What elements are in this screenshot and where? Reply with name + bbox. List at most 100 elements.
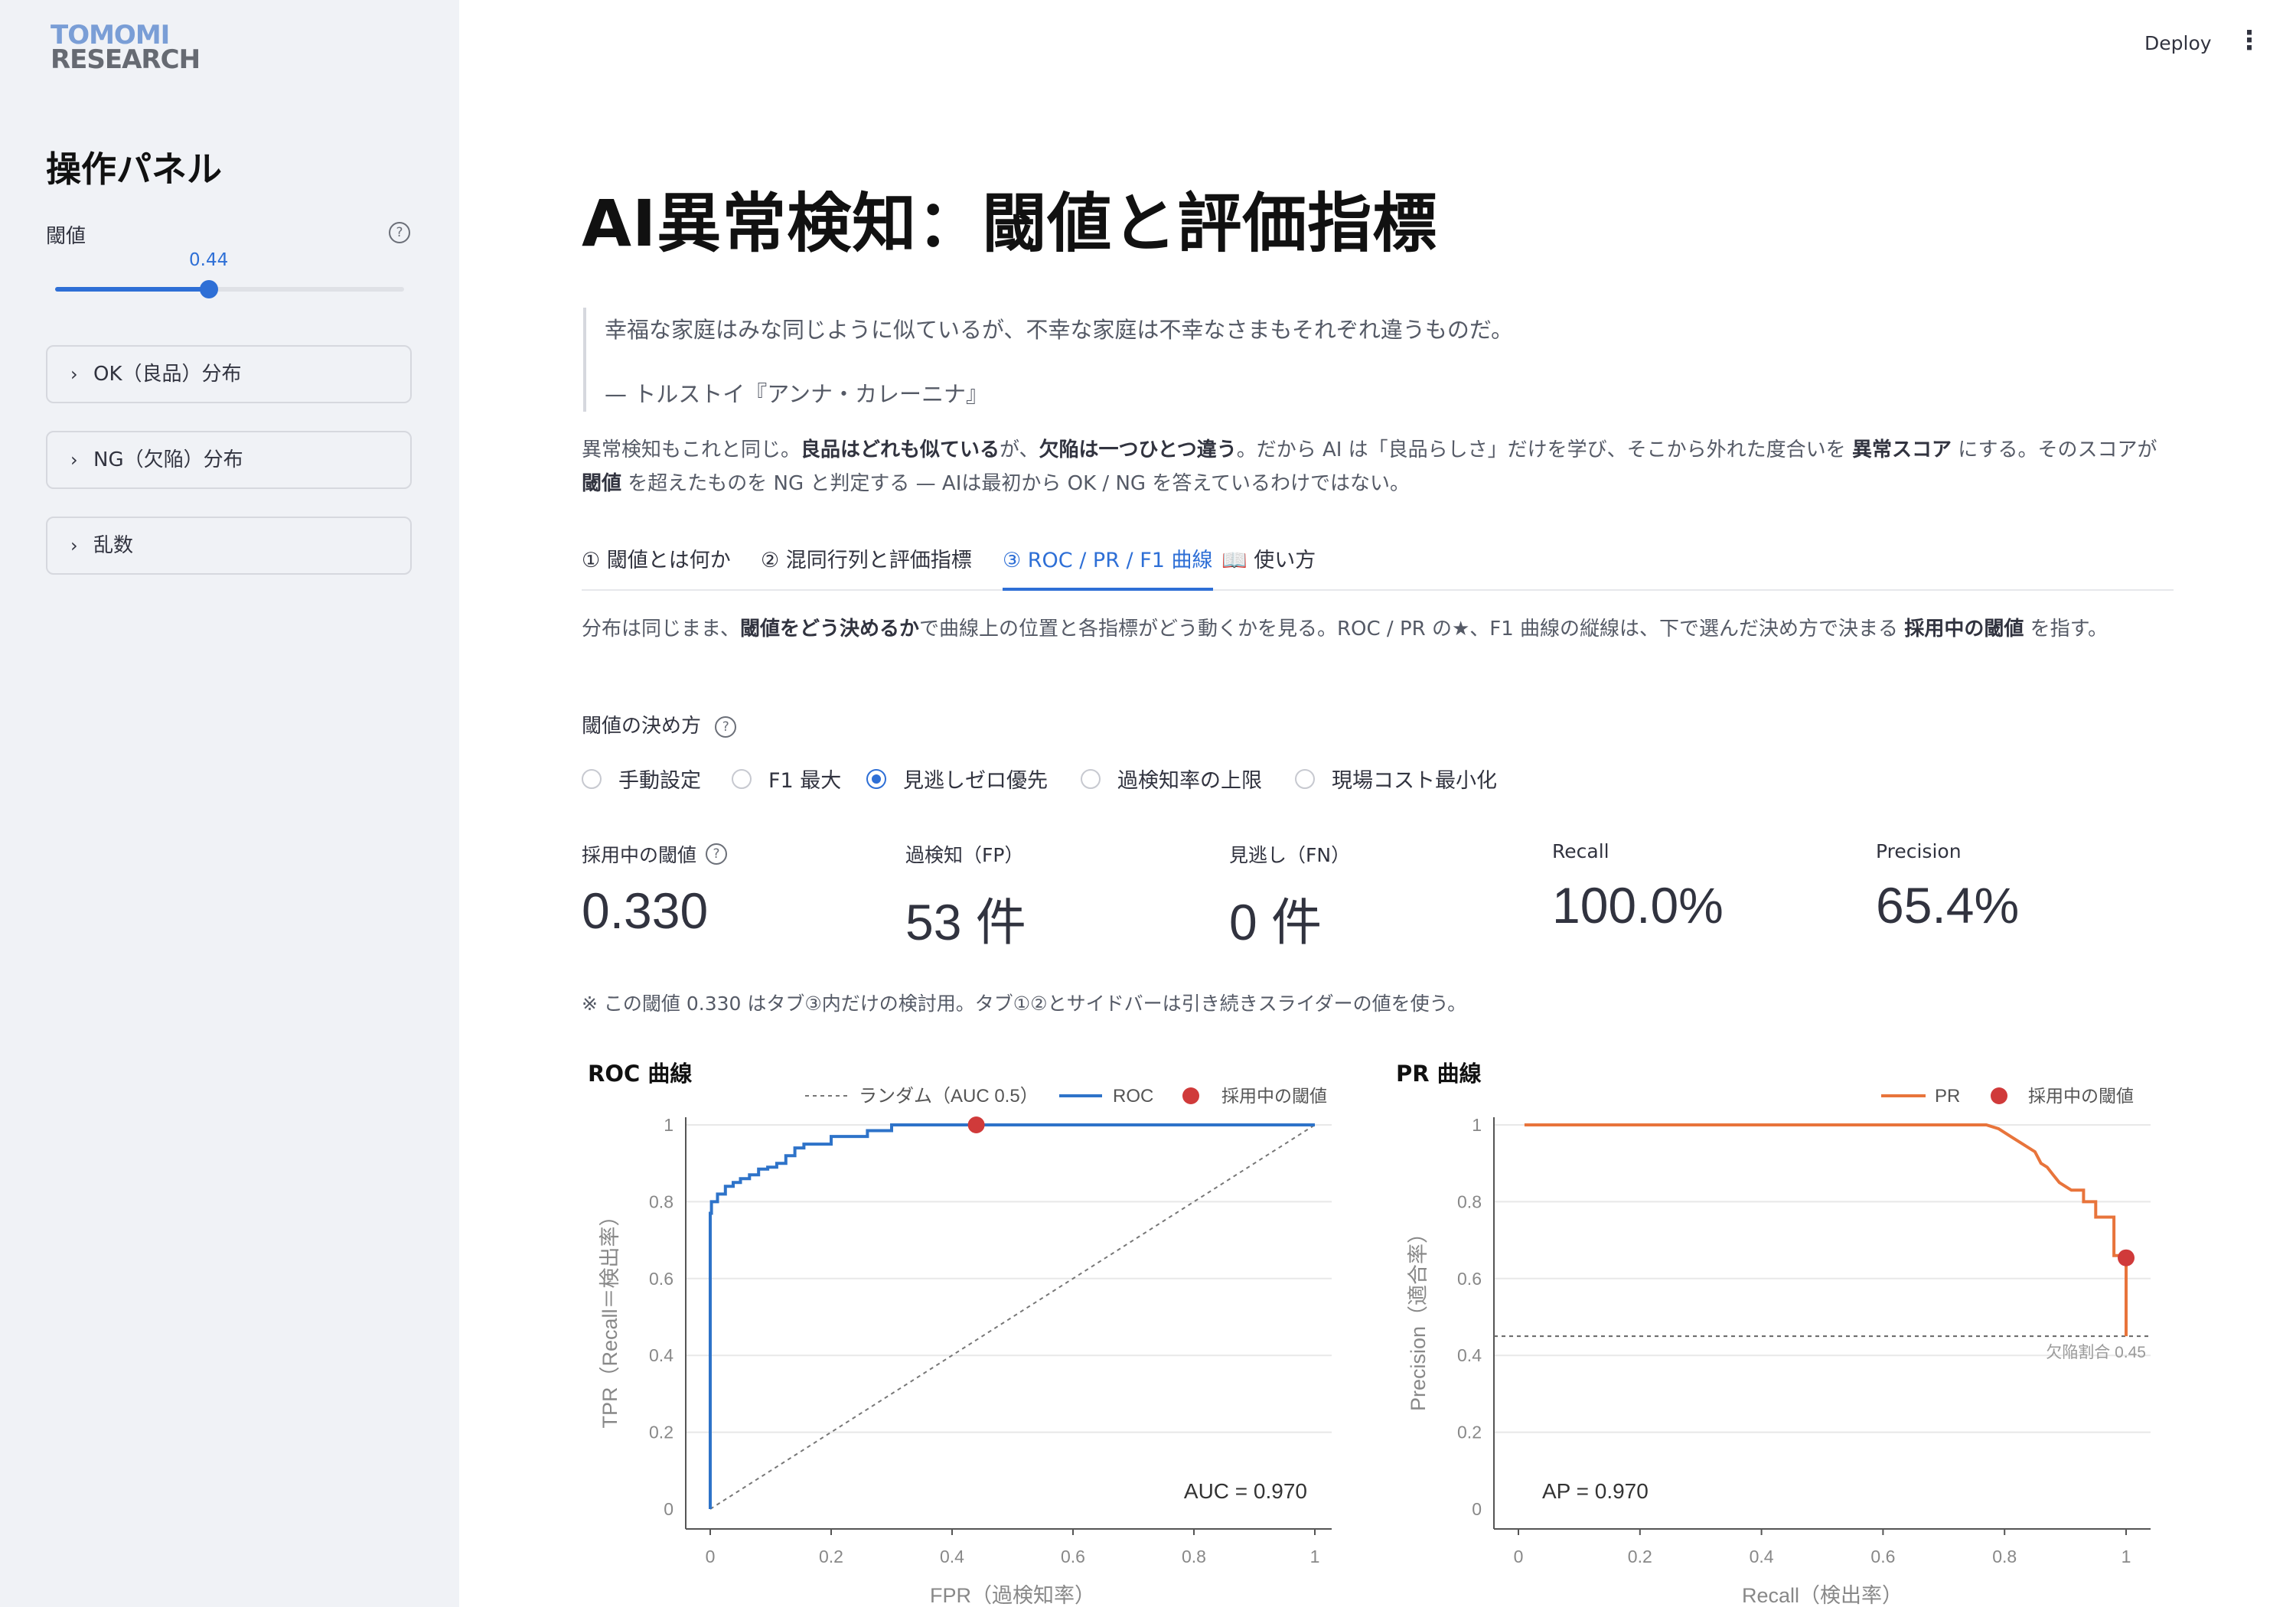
radio-manual[interactable]: 手動設定 — [582, 764, 701, 794]
x-tick-label: 0.8 — [1182, 1547, 1206, 1566]
radio-circle[interactable] — [1295, 768, 1315, 789]
chevron-right-icon: › — [70, 535, 78, 556]
tab-confusion-matrix[interactable]: ② 混同行列と評価指標 — [761, 543, 972, 588]
x-axis-label: FPR（過検知率） — [930, 1584, 1095, 1607]
metric-value: 100.0% — [1552, 877, 1724, 934]
roc-chart: 0 0.2 0.4 0.6 0.8 1 0 0.2 0.4 0.6 0.8 1 FPR（過検知率） TPR… — [598, 1086, 1332, 1607]
y-tick-label: 0 — [1472, 1499, 1482, 1519]
expander-ok-distribution[interactable]: › OK（良品）分布 — [46, 345, 412, 403]
expander-label: 乱数 — [93, 534, 134, 557]
x-tick-label: 0 — [706, 1547, 716, 1566]
sidebar: TOMOMI RESEARCH 操作パネル 閾値 ? 0.44 › OK（良品）分… — [0, 0, 459, 1607]
x-tick-label: 0.4 — [1750, 1547, 1774, 1566]
y-tick-label: 0.8 — [649, 1191, 673, 1211]
slider-fill — [55, 287, 209, 292]
tab-threshold[interactable]: ① 閾値とは何か — [582, 543, 731, 588]
metric-value: 53 件 — [905, 894, 1026, 950]
random-line — [709, 1124, 1316, 1510]
note-text: ※ この閾値 0.330 はタブ③内だけの検討用。タブ①②とサイドバーは引き続き… — [582, 993, 1467, 1015]
threshold-marker — [967, 1116, 985, 1133]
x-tick-label: 0.4 — [940, 1547, 964, 1566]
y-axis-label: TPR（Recall＝検出率） — [598, 1205, 621, 1428]
radio-cost-min[interactable]: 現場コスト最小化 — [1295, 764, 1497, 794]
x-tick-label: 0.8 — [1992, 1547, 2017, 1566]
y-tick-label: 0.2 — [1457, 1423, 1482, 1442]
radio-zero-miss[interactable]: 見逃しゼロ優先 — [866, 764, 1048, 794]
expander-label: NG（欠陥）分布 — [93, 448, 243, 471]
radio-f1-max[interactable]: F1 最大 — [732, 764, 841, 794]
x-tick-label: 0 — [1514, 1547, 1524, 1566]
radio-circle[interactable] — [582, 768, 602, 789]
metric-false-negative: 見逃し（FN） 0 件 — [1229, 840, 1350, 955]
baseline-label: 欠陥割合 0.45 — [2046, 1344, 2146, 1361]
x-tick-label: 0.2 — [819, 1547, 843, 1566]
threshold-method-label: 閾値の決め方 ? — [582, 710, 737, 738]
metric-value: 0.330 — [582, 882, 709, 939]
threshold-marker — [2118, 1249, 2135, 1266]
x-tick-label: 0.6 — [1870, 1547, 1895, 1566]
legend-marker-swatch — [1991, 1087, 2007, 1104]
legend-pr-label: PR — [1935, 1086, 1960, 1107]
y-axis-label: Precision（適合率） — [1407, 1223, 1430, 1411]
y-tick-label: 0.2 — [649, 1423, 673, 1442]
logo: TOMOMI RESEARCH — [51, 22, 201, 76]
y-tick-label: 1 — [1472, 1115, 1482, 1135]
y-tick-label: 0.4 — [649, 1345, 673, 1365]
intro-paragraph: 異常検知もこれと同じ。良品はどれも似ているが、欠陥は一つひとつ違う。だから AI… — [582, 438, 2157, 495]
expander-label: OK（良品）分布 — [93, 363, 242, 386]
metric-value: 0 件 — [1229, 894, 1322, 950]
legend-random-label: ランダム（AUC 0.5） — [859, 1086, 1039, 1107]
x-tick-label: 0.6 — [1061, 1547, 1085, 1566]
legend-roc-label: ROC — [1113, 1086, 1153, 1107]
quote-text: 幸福な家庭はみな同じように似ているが、不幸な家庭は不幸なさまもそれぞれ違うものだ… — [605, 317, 1513, 343]
metric-recall: Recall 100.0% — [1552, 840, 1724, 934]
radio-fpr-limit[interactable]: 過検知率の上限 — [1081, 764, 1262, 794]
metric-threshold: 採用中の閾値? 0.330 — [582, 840, 728, 940]
radio-circle[interactable] — [732, 768, 752, 789]
metric-false-positive: 過検知（FP） 53 件 — [905, 840, 1026, 955]
legend-marker-label: 採用中の閾値 — [2028, 1086, 2134, 1106]
legend-marker-label: 採用中の閾値 — [1221, 1086, 1327, 1106]
tab-usage[interactable]: 📖 使い方 — [1221, 543, 1316, 588]
pr-line — [1524, 1123, 2128, 1337]
help-icon[interactable]: ? — [715, 715, 737, 738]
legend-marker-swatch — [1182, 1087, 1199, 1104]
y-tick-label: 0.4 — [1457, 1345, 1482, 1365]
radio-circle[interactable] — [1081, 768, 1101, 789]
y-tick-label: 0.6 — [1457, 1269, 1482, 1289]
help-icon[interactable]: ? — [389, 222, 410, 243]
tab-bar: ① 閾値とは何か ② 混同行列と評価指標 ③ ROC / PR / F1 曲線 … — [582, 542, 2174, 591]
x-axis-label: Recall（検出率） — [1742, 1584, 1903, 1607]
ap-annotation: AP = 0.970 — [1542, 1479, 1649, 1503]
chevron-right-icon: › — [70, 449, 78, 471]
auc-annotation: AUC = 0.970 — [1184, 1479, 1307, 1503]
expander-random[interactable]: › 乱数 — [46, 517, 412, 575]
x-tick-label: 1 — [2122, 1547, 2131, 1566]
page-title: AI異常検知：閾値と評価指標 — [582, 186, 1438, 261]
tab-roc-pr-f1[interactable]: ③ ROC / PR / F1 曲線 — [1003, 543, 1213, 591]
y-tick-label: 0.8 — [1457, 1191, 1482, 1211]
y-tick-label: 0.6 — [649, 1269, 673, 1289]
threshold-slider-value: 0.44 — [189, 250, 229, 270]
slider-thumb[interactable] — [199, 280, 218, 298]
metric-precision: Precision 65.4% — [1876, 840, 2020, 934]
y-tick-label: 0 — [664, 1499, 673, 1519]
x-tick-label: 0.2 — [1628, 1547, 1652, 1566]
sidebar-title: 操作パネル — [46, 148, 222, 190]
deploy-button[interactable]: Deploy — [2144, 32, 2212, 54]
tab-description: 分布は同じまま、閾値をどう決めるかで曲線上の位置と各指標がどう動くかを見る。RO… — [582, 618, 2108, 641]
chevron-right-icon: › — [70, 363, 78, 385]
help-icon[interactable]: ? — [706, 843, 728, 865]
threshold-slider[interactable] — [55, 280, 404, 298]
metric-value: 65.4% — [1876, 877, 2020, 934]
kebab-menu-icon[interactable]: ⋮ — [2236, 28, 2262, 54]
y-tick-label: 1 — [664, 1115, 673, 1135]
quote-source: — トルストイ『アンナ・カレーニナ』 — [605, 381, 989, 407]
threshold-slider-label: 閾値 — [46, 225, 86, 248]
x-tick-label: 1 — [1310, 1547, 1320, 1566]
radio-circle-selected[interactable] — [866, 768, 886, 789]
pr-chart: 0 0.2 0.4 0.6 0.8 1 0 0.2 0.4 0.6 0.8 1 Recall（検出率） P… — [1407, 1086, 2151, 1607]
expander-ng-distribution[interactable]: › NG（欠陥）分布 — [46, 431, 412, 489]
quote-bar — [583, 308, 586, 412]
logo-line2: RESEARCH — [51, 44, 201, 76]
